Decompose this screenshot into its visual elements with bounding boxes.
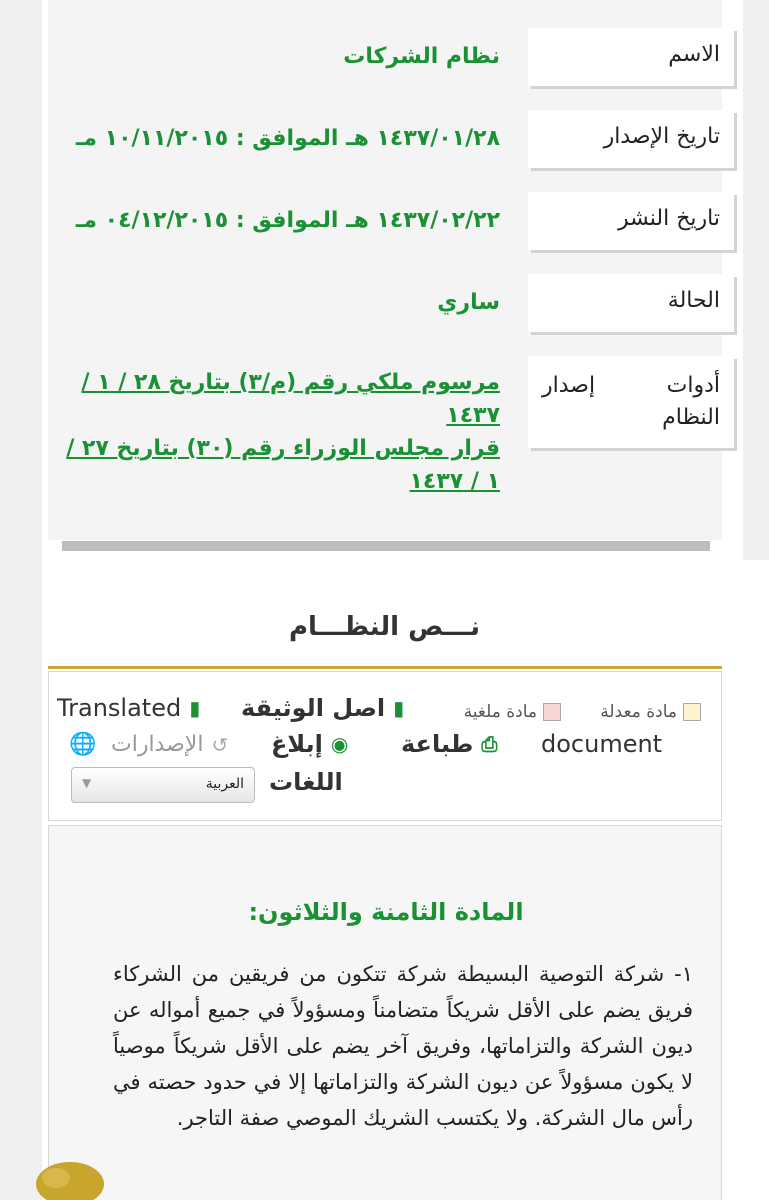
chat-icon: ◉ xyxy=(330,732,349,756)
info-value-issuing-tools: مرسوم ملكي رقم (م/٣) بتاريخ ٢٨ / ١ / ١٤٣… xyxy=(60,366,500,498)
info-label-name: الاسم xyxy=(528,28,734,86)
right-gutter xyxy=(743,0,769,560)
info-value-publish-date: ١٤٣٧/٠٢/٢٢ هـ الموافق : ٠٤/١٢/٢٠١٥ مـ xyxy=(75,208,500,233)
original-document-label: اصل الوثيقة xyxy=(241,694,386,722)
article-text: ١- شركة التوصية البسيطة شركة تتكون من فر… xyxy=(113,962,693,1130)
translated-document-button[interactable]: Translated ▮ xyxy=(57,694,200,722)
left-gutter xyxy=(0,0,42,1200)
language-selected-value: العربية xyxy=(205,776,244,792)
amended-swatch xyxy=(683,703,701,721)
section-divider xyxy=(48,666,722,669)
file-icon: ▮ xyxy=(393,696,405,720)
tools-label-word1: أدوات xyxy=(666,373,720,398)
info-label-issue-date: تاريخ الإصدار xyxy=(528,110,734,168)
history-icon: ↺ xyxy=(211,732,229,757)
language-select[interactable]: العربية ▼ xyxy=(71,767,255,803)
tools-label-word3: النظام xyxy=(662,405,720,430)
versions-label: الإصدارات xyxy=(111,732,204,757)
law-info-card: الاسم نظام الشركات تاريخ الإصدار ١٤٣٧/٠١… xyxy=(48,0,734,540)
info-label-publish-date: تاريخ النشر xyxy=(528,192,734,250)
chat-bubble-icon[interactable] xyxy=(32,1158,108,1200)
translated-label: Translated xyxy=(57,694,182,722)
council-resolution-link[interactable]: قرار مجلس الوزراء رقم (٣٠) بتاريخ ٢٧ / ١… xyxy=(60,432,500,498)
versions-button[interactable]: ↺ الإصدارات xyxy=(111,732,228,757)
section-title: نـــص النظـــام xyxy=(288,612,481,642)
info-value-status: ساري xyxy=(437,290,500,315)
info-label-issuing-tools: أدوات إصدار النظام xyxy=(528,356,734,448)
document-text-panel: ⋅⋅⋅⋅⋅ المادة الثامنة والثلاثون: ١- شركة … xyxy=(48,825,722,1200)
info-value-name: نظام الشركات xyxy=(343,44,500,69)
chevron-down-icon: ▼ xyxy=(82,776,92,790)
tools-label-word2: إصدار xyxy=(542,373,596,398)
legend-cancelled-label: مادة ملغية xyxy=(463,702,537,722)
info-value-issue-date: ١٤٣٧/٠١/٢٨ هـ الموافق : ١٠/١١/٢٠١٥ مـ xyxy=(75,126,500,151)
file-icon: ▮ xyxy=(189,696,201,720)
report-label: إبلاغ xyxy=(271,730,323,758)
cancelled-swatch xyxy=(543,703,561,721)
info-label-status: الحالة xyxy=(528,274,734,332)
card-shadow xyxy=(62,541,710,551)
legend-amended-label: مادة معدلة xyxy=(600,702,677,722)
translated-document-word[interactable]: document xyxy=(541,730,662,758)
clipped-text-line: ⋅⋅⋅⋅⋅ xyxy=(219,826,669,836)
globe-icon[interactable]: 🌐 xyxy=(69,732,96,757)
print-icon: ⎙ xyxy=(481,732,498,756)
languages-label: اللغات xyxy=(269,768,343,796)
print-label: طباعة xyxy=(401,730,474,758)
print-button[interactable]: ⎙ طباعة xyxy=(401,730,497,758)
legend-amended: مادة معدلة xyxy=(600,702,701,722)
original-document-button[interactable]: ▮ اصل الوثيقة xyxy=(241,694,404,722)
legend-cancelled: مادة ملغية xyxy=(464,702,561,722)
report-button[interactable]: ◉ إبلاغ xyxy=(271,730,348,758)
article-title: المادة الثامنة والثلاثون: xyxy=(248,898,524,926)
document-toolbar: مادة معدلة مادة ملغية ▮ اصل الوثيقة Tran… xyxy=(48,671,722,821)
royal-decree-link[interactable]: مرسوم ملكي رقم (م/٣) بتاريخ ٢٨ / ١ / ١٤٣… xyxy=(60,366,500,432)
